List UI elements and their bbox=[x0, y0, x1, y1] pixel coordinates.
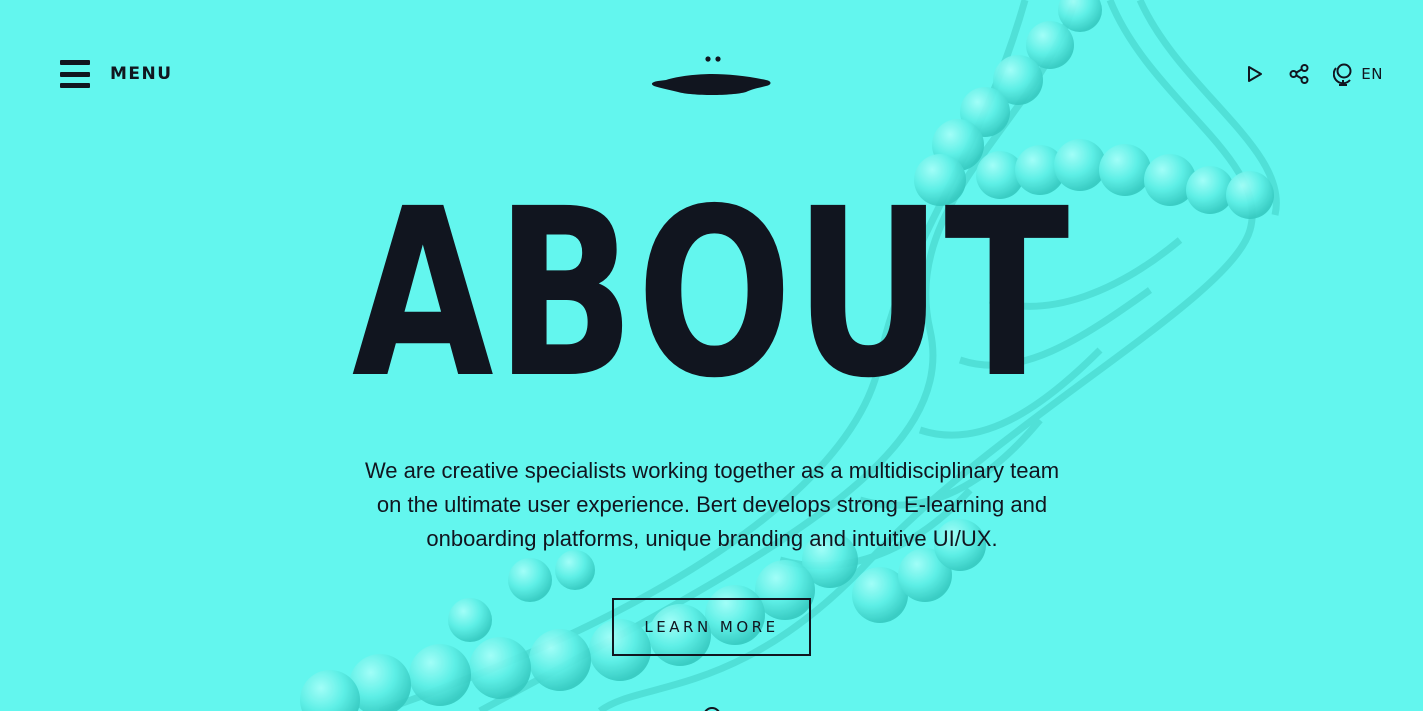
language-label: EN bbox=[1361, 65, 1383, 83]
globe-icon bbox=[1333, 63, 1352, 86]
header-actions: EN bbox=[1241, 60, 1383, 88]
page-title: ABOUT bbox=[351, 159, 1071, 429]
menu-button[interactable]: MENU bbox=[60, 58, 173, 90]
site-header: MENU EN bbox=[0, 0, 1423, 140]
share-icon[interactable] bbox=[1285, 60, 1313, 88]
hero-section: MENU EN ABOUT We are creative specialist… bbox=[0, 0, 1423, 711]
language-selector[interactable]: EN bbox=[1333, 62, 1383, 86]
menu-label: MENU bbox=[110, 64, 173, 84]
logo-mark[interactable] bbox=[648, 50, 776, 98]
learn-more-button[interactable]: LEARN MORE bbox=[612, 598, 811, 656]
hamburger-icon bbox=[60, 60, 90, 88]
intro-text: We are creative specialists working toge… bbox=[364, 458, 1060, 551]
play-icon[interactable] bbox=[1241, 60, 1269, 88]
